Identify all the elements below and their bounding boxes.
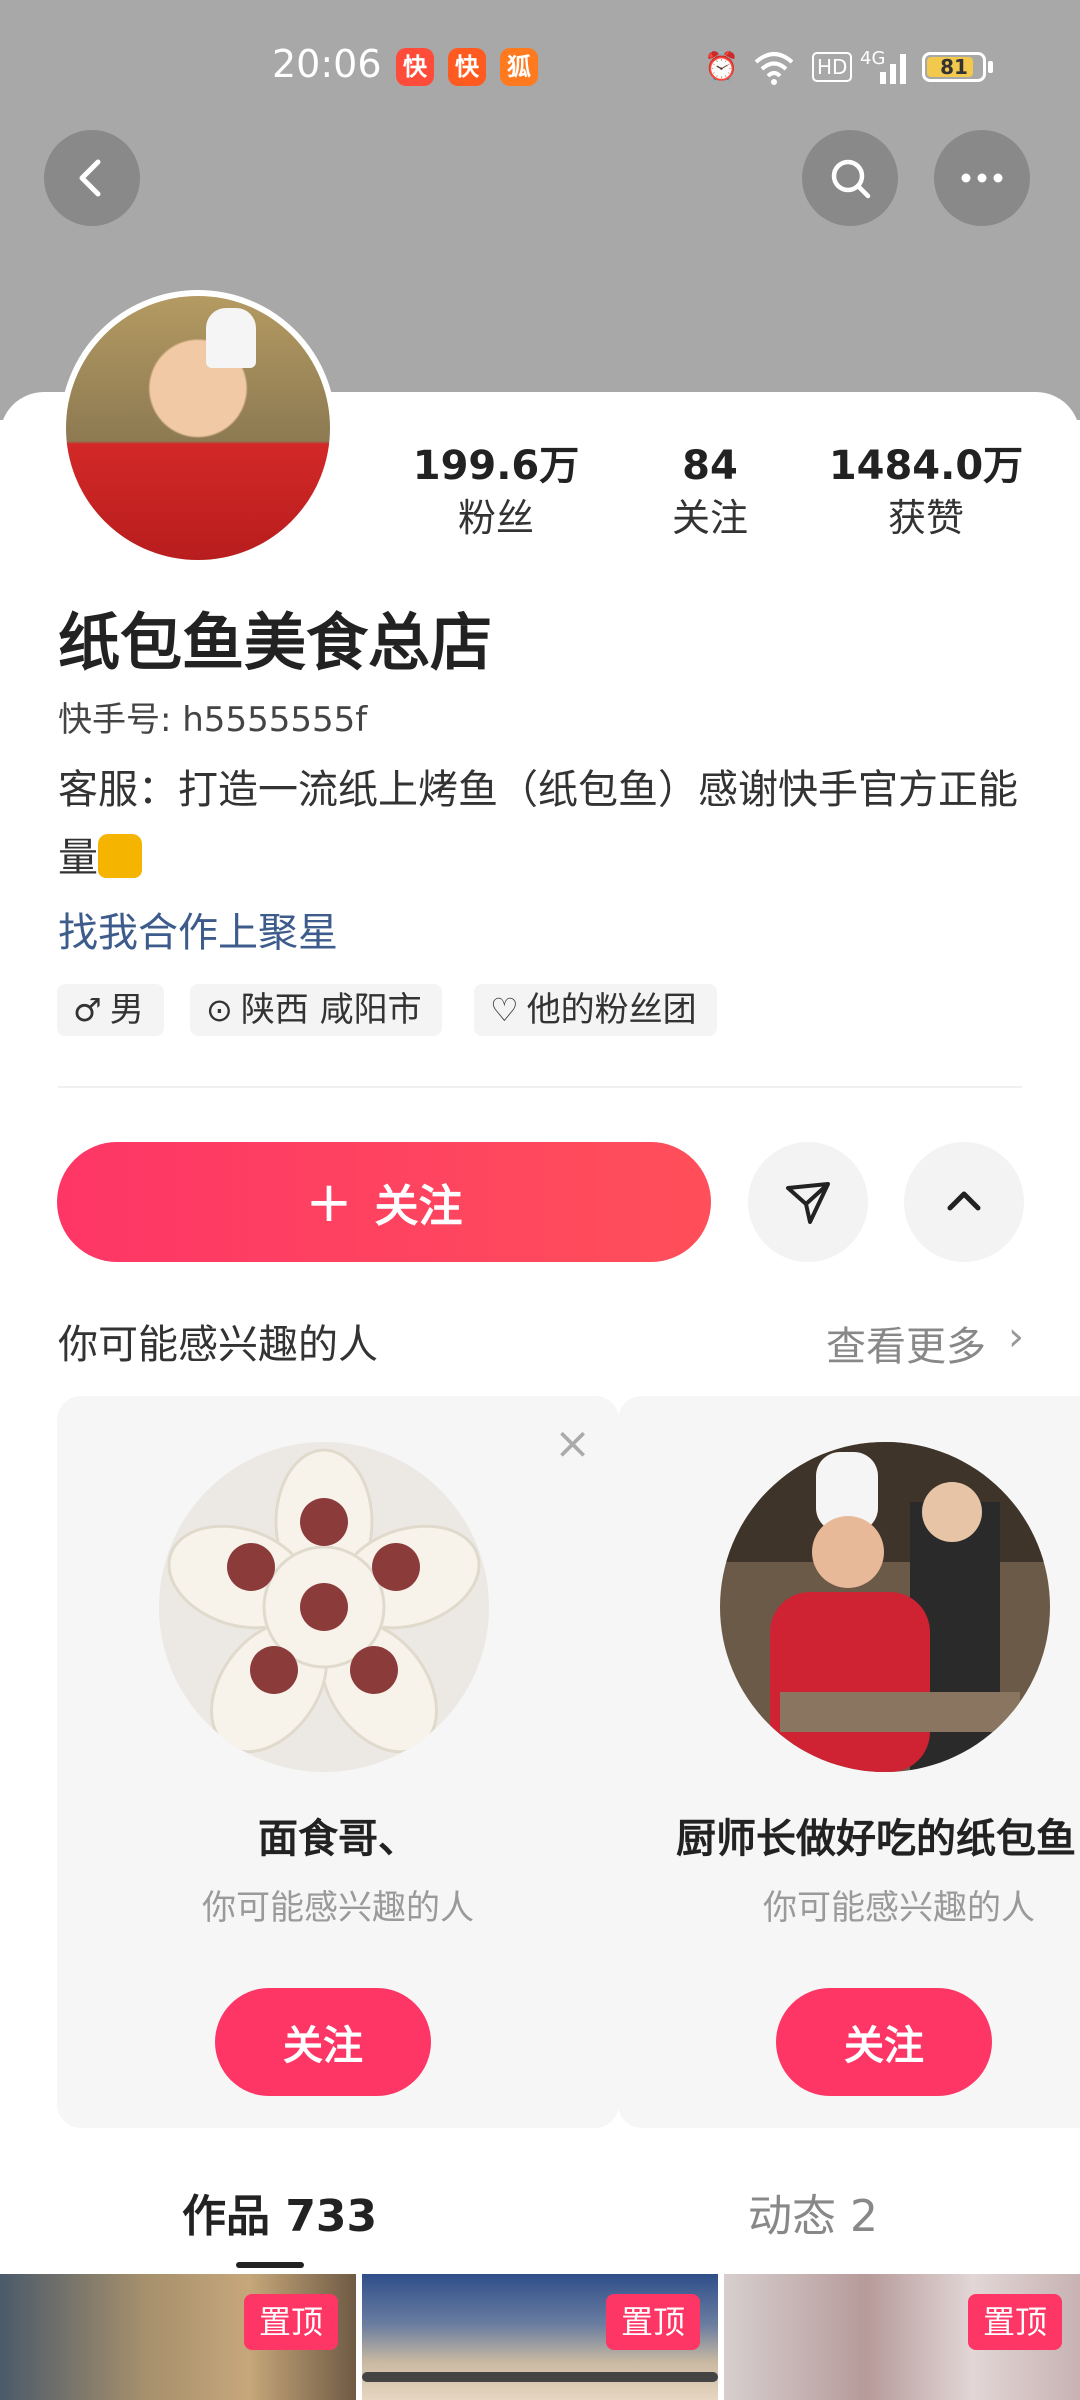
stat-likes-label: 获赞 — [887, 496, 964, 540]
more-button[interactable] — [934, 130, 1030, 226]
kuaishou-fox-app-icon: 狐 — [500, 48, 538, 86]
more-dots-icon — [961, 173, 1003, 183]
kuaishou-app-icon: 快 — [396, 48, 434, 86]
profile-avatar[interactable] — [60, 290, 336, 566]
pinned-badge: 置顶 — [244, 2294, 338, 2350]
stat-fans[interactable]: 199.6万 粉丝 — [396, 440, 596, 544]
tab-works[interactable]: 作品 733 — [182, 2180, 377, 2244]
follow-button-label: 关注 — [374, 1181, 463, 1232]
kuaishou-app-icon: 快 — [448, 48, 486, 86]
alarm-icon: ⏰ — [704, 50, 739, 83]
paper-plane-icon — [786, 1182, 830, 1224]
tag-fan-club[interactable]: ♡ 他的粉丝团 — [474, 984, 717, 1036]
chevron-left-icon — [79, 159, 101, 197]
recommend-avatar[interactable] — [159, 1442, 489, 1772]
tag-gender-label: 男 — [109, 990, 144, 1030]
wifi-icon — [754, 52, 794, 85]
recommend-subtitle: 你可能感兴趣的人 — [202, 1888, 474, 1928]
recommend-card[interactable]: × 面食哥、 你可能感兴趣的人 关注 — [57, 1396, 619, 2128]
battery-icon: 81 — [922, 52, 986, 82]
tag-location-label: 陕西 咸阳市 — [240, 990, 422, 1030]
thumbs-up-icon — [98, 834, 142, 878]
recommend-name: 厨师长做好吃的纸包鱼 — [676, 1816, 1076, 1862]
tag-gender: ♂ 男 — [57, 984, 164, 1036]
recommend-avatar[interactable] — [720, 1442, 1050, 1772]
stat-following[interactable]: 84 关注 — [610, 440, 810, 544]
stat-following-value: 84 — [682, 443, 738, 489]
work-thumbnail[interactable]: 置顶 — [0, 2274, 356, 2400]
section-divider — [58, 1086, 1022, 1088]
kuaishou-id[interactable]: 快手号: h5555555f — [58, 692, 367, 741]
signal-icon — [880, 54, 906, 84]
recommend-subtitle: 你可能感兴趣的人 — [763, 1888, 1035, 1928]
location-icon: ⊙ — [206, 991, 233, 1029]
work-thumbnail[interactable]: 置顶 — [724, 2274, 1080, 2400]
profile-bio-text: 客服：打造一流纸上烤鱼（纸包鱼）感谢快手官方正能量 — [58, 767, 1018, 881]
recommend-follow-button[interactable]: 关注 — [215, 1988, 431, 2096]
tab-moments[interactable]: 动态 2 — [748, 2180, 878, 2244]
heart-icon: ♡ — [490, 991, 519, 1029]
close-icon[interactable]: × — [554, 1418, 591, 1469]
profile-name: 纸包鱼美食总店 — [58, 606, 493, 679]
recommend-more-link[interactable]: 查看更多 — [826, 1314, 986, 1372]
collapse-button[interactable] — [904, 1142, 1024, 1262]
status-bar: 20:06 快 快 狐 ⏰ HD 4G 81 — [0, 0, 1080, 130]
male-icon: ♂ — [73, 991, 102, 1029]
pinned-badge: 置顶 — [968, 2294, 1062, 2350]
battery-tip — [988, 61, 993, 73]
tag-fan-club-label: 他的粉丝团 — [526, 990, 697, 1030]
stat-likes[interactable]: 1484.0万 获赞 — [826, 440, 1026, 544]
home-indicator[interactable] — [362, 2372, 718, 2382]
recommend-card[interactable]: 厨师长做好吃的纸包鱼 你可能感兴趣的人 关注 — [618, 1396, 1080, 2128]
plus-icon: + — [305, 1169, 353, 1235]
stat-likes-value: 1484.0万 — [828, 443, 1024, 489]
stat-fans-value: 199.6万 — [412, 443, 580, 489]
pinned-badge: 置顶 — [606, 2294, 700, 2350]
back-button[interactable] — [44, 130, 140, 226]
hd-icon: HD — [812, 52, 853, 82]
tab-active-indicator — [236, 2262, 304, 2268]
search-button[interactable] — [802, 130, 898, 226]
stat-fans-label: 粉丝 — [457, 496, 534, 540]
share-button[interactable] — [748, 1142, 868, 1262]
recommend-name: 面食哥、 — [258, 1816, 418, 1862]
status-time: 20:06 — [272, 42, 382, 86]
collab-link[interactable]: 找我合作上聚星 — [58, 900, 338, 958]
search-icon — [831, 159, 871, 199]
chevron-up-icon — [947, 1191, 981, 1211]
tag-location: ⊙ 陕西 咸阳市 — [190, 984, 442, 1036]
stat-following-label: 关注 — [671, 496, 748, 540]
chevron-right-icon[interactable]: › — [1008, 1314, 1024, 1360]
recommend-title: 你可能感兴趣的人 — [58, 1322, 378, 1368]
profile-bio: 客服：打造一流纸上烤鱼（纸包鱼）感谢快手官方正能量 — [58, 756, 1038, 892]
follow-button[interactable]: + 关注 — [57, 1142, 711, 1262]
recommend-follow-button[interactable]: 关注 — [776, 1988, 992, 2096]
